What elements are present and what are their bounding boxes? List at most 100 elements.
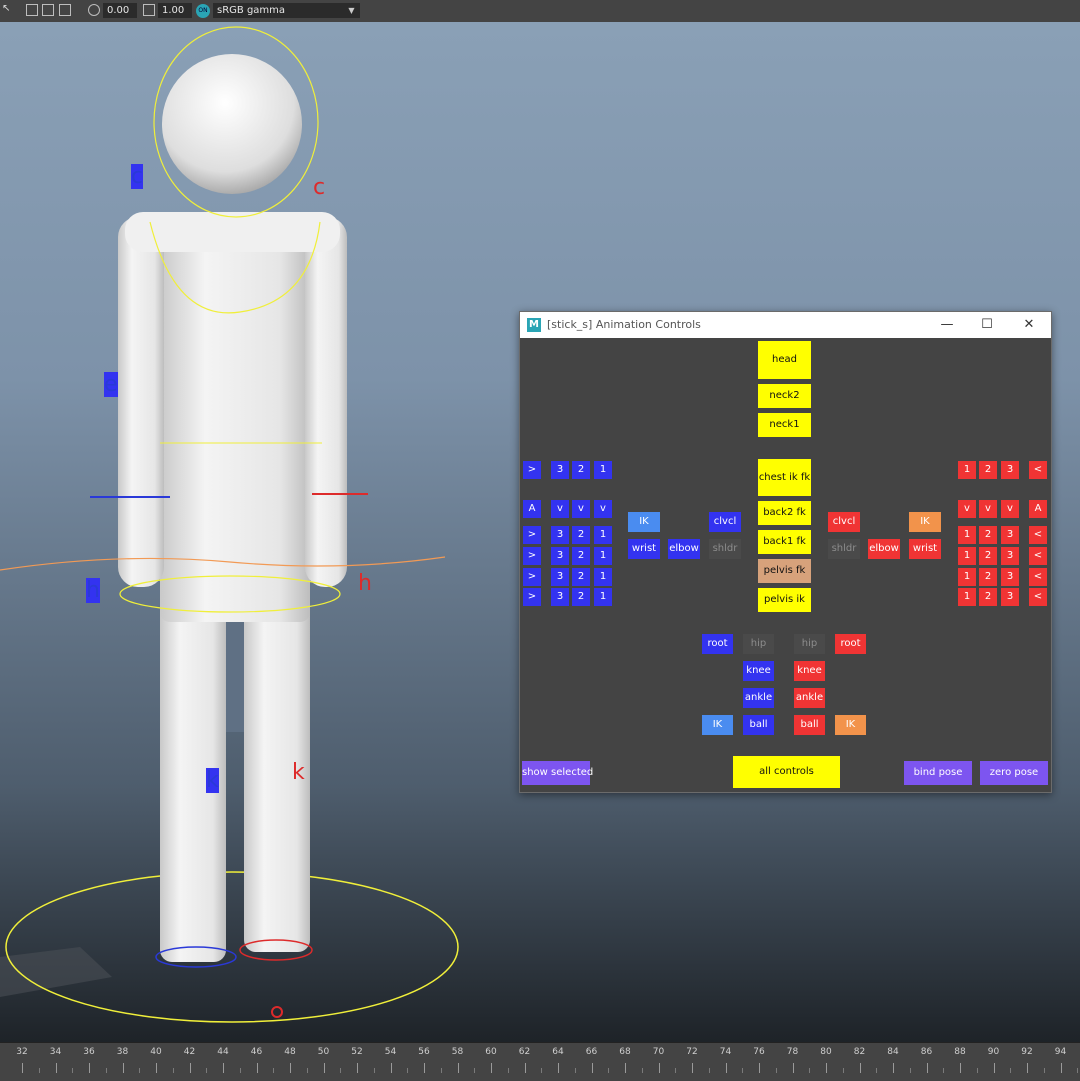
right-pinky-2-button[interactable]: 2 — [979, 588, 997, 606]
right-middle-3-button[interactable]: 3 — [1001, 547, 1019, 565]
right-clavicle-control[interactable]: c — [313, 175, 325, 200]
left-fingers-all-button[interactable]: A — [523, 500, 541, 518]
neck2-button[interactable]: neck2 — [758, 384, 811, 408]
left-ball-button[interactable]: ball — [743, 715, 774, 735]
left-ankle-button[interactable]: ankle — [743, 688, 774, 708]
left-middle-open-button[interactable]: > — [523, 547, 541, 565]
left-clavicle-button[interactable]: clvcl — [709, 512, 741, 532]
pelvis-fk-button[interactable]: pelvis fk — [758, 559, 811, 583]
left-index-1-button[interactable]: 1 — [594, 526, 612, 544]
back1-fk-button[interactable]: back1 fk — [758, 530, 811, 554]
right-fingers-3-button[interactable]: v — [1001, 500, 1019, 518]
time-slider[interactable]: 32 34 36 38 40 42 44 46 48 50 52 54 56 58 60 62 64 66 68 70… — [0, 1042, 1080, 1081]
right-knee-control[interactable]: k — [292, 760, 305, 785]
left-knee-control[interactable]: k — [206, 768, 219, 793]
grid-icon[interactable] — [26, 4, 38, 16]
show-selected-button[interactable]: show selected — [522, 761, 593, 785]
left-middle-2-button[interactable]: 2 — [572, 547, 590, 565]
right-shoulder-button[interactable]: shldr — [828, 539, 860, 559]
left-ring-1-button[interactable]: 1 — [594, 568, 612, 586]
right-pinky-open-button[interactable]: < — [1029, 588, 1047, 606]
exposure-field[interactable]: 0.00 — [103, 3, 137, 18]
right-index-1-button[interactable]: 1 — [958, 526, 976, 544]
right-fingers-1-button[interactable]: v — [958, 500, 976, 518]
left-thumb-2-button[interactable]: 2 — [572, 461, 590, 479]
left-ring-2-button[interactable]: 2 — [572, 568, 590, 586]
bind-pose-button[interactable]: bind pose — [904, 761, 972, 785]
left-ring-3-button[interactable]: 3 — [551, 568, 569, 586]
right-index-open-button[interactable]: < — [1029, 526, 1047, 544]
left-root-button[interactable]: root — [702, 634, 733, 654]
left-shoulder-button[interactable]: shldr — [709, 539, 741, 559]
left-wrist-button[interactable]: wrist — [628, 539, 660, 559]
left-thumb-open-button[interactable]: > — [523, 461, 541, 479]
maximize-button[interactable]: ☐ — [972, 312, 1002, 338]
right-ball-button[interactable]: ball — [794, 715, 825, 735]
colorspace-toggle-icon[interactable]: ON — [196, 4, 210, 18]
left-fingers-2-button[interactable]: v — [572, 500, 590, 518]
minimize-button[interactable]: — — [932, 312, 962, 338]
right-ring-1-button[interactable]: 1 — [958, 568, 976, 586]
left-middle-1-button[interactable]: 1 — [594, 547, 612, 565]
left-pinky-open-button[interactable]: > — [523, 588, 541, 606]
right-index-3-button[interactable]: 3 — [1001, 526, 1019, 544]
right-fingers-2-button[interactable]: v — [979, 500, 997, 518]
right-middle-open-button[interactable]: < — [1029, 547, 1047, 565]
window-titlebar[interactable]: M [stick_s] Animation Controls — ☐ ✕ — [520, 312, 1051, 338]
left-clavicle-control[interactable]: c — [131, 164, 144, 189]
all-controls-button[interactable]: all controls — [733, 756, 840, 788]
chest-ik-fk-button[interactable]: chest ik fk — [758, 459, 811, 496]
right-hip-control[interactable]: h — [358, 571, 372, 596]
left-index-3-button[interactable]: 3 — [551, 526, 569, 544]
arrow-icon[interactable]: ↖ — [2, 3, 14, 15]
right-pinky-3-button[interactable]: 3 — [1001, 588, 1019, 606]
colorspace-select[interactable]: sRGB gamma — [213, 3, 343, 18]
right-clavicle-button[interactable]: clvcl — [828, 512, 860, 532]
neck1-button[interactable]: neck1 — [758, 413, 811, 437]
left-index-2-button[interactable]: 2 — [572, 526, 590, 544]
left-index-open-button[interactable]: > — [523, 526, 541, 544]
right-ring-3-button[interactable]: 3 — [1001, 568, 1019, 586]
left-pinky-2-button[interactable]: 2 — [572, 588, 590, 606]
left-fingers-1-button[interactable]: v — [594, 500, 612, 518]
right-middle-2-button[interactable]: 2 — [979, 547, 997, 565]
right-index-2-button[interactable]: 2 — [979, 526, 997, 544]
left-arm-ik-button[interactable]: IK — [628, 512, 660, 532]
right-pinky-1-button[interactable]: 1 — [958, 588, 976, 606]
right-thumb-1-button[interactable]: 1 — [958, 461, 976, 479]
back2-fk-button[interactable]: back2 fk — [758, 501, 811, 525]
left-elbow-button[interactable]: elbow — [668, 539, 700, 559]
left-pinky-3-button[interactable]: 3 — [551, 588, 569, 606]
right-leg-ik-button[interactable]: IK — [835, 715, 866, 735]
right-root-button[interactable]: root — [835, 634, 866, 654]
gamma-icon[interactable] — [143, 4, 155, 16]
right-ring-open-button[interactable]: < — [1029, 568, 1047, 586]
zero-pose-button[interactable]: zero pose — [980, 761, 1048, 785]
left-knee-button[interactable]: knee — [743, 661, 774, 681]
right-ankle-button[interactable]: ankle — [794, 688, 825, 708]
left-ring-open-button[interactable]: > — [523, 568, 541, 586]
right-elbow-button[interactable]: elbow — [868, 539, 900, 559]
right-hip-button[interactable]: hip — [794, 634, 825, 654]
close-button[interactable]: ✕ — [1014, 312, 1044, 338]
left-elbow-control[interactable]: e — [104, 372, 118, 397]
chevron-down-icon[interactable]: ▼ — [343, 3, 360, 18]
left-hip-button[interactable]: hip — [743, 634, 774, 654]
left-fingers-3-button[interactable]: v — [551, 500, 569, 518]
head-button[interactable]: head — [758, 341, 811, 379]
right-thumb-open-button[interactable]: < — [1029, 461, 1047, 479]
left-hip-control[interactable]: h — [86, 578, 100, 603]
left-thumb-1-button[interactable]: 1 — [594, 461, 612, 479]
resolution-gate-icon[interactable] — [42, 4, 54, 16]
right-wrist-button[interactable]: wrist — [909, 539, 941, 559]
left-pinky-1-button[interactable]: 1 — [594, 588, 612, 606]
right-fingers-all-button[interactable]: A — [1029, 500, 1047, 518]
left-middle-3-button[interactable]: 3 — [551, 547, 569, 565]
right-knee-button[interactable]: knee — [794, 661, 825, 681]
right-thumb-3-button[interactable]: 3 — [1001, 461, 1019, 479]
left-leg-ik-button[interactable]: IK — [702, 715, 733, 735]
right-middle-1-button[interactable]: 1 — [958, 547, 976, 565]
gamma-field[interactable]: 1.00 — [158, 3, 192, 18]
right-arm-ik-button[interactable]: IK — [909, 512, 941, 532]
pelvis-ik-button[interactable]: pelvis ik — [758, 588, 811, 612]
